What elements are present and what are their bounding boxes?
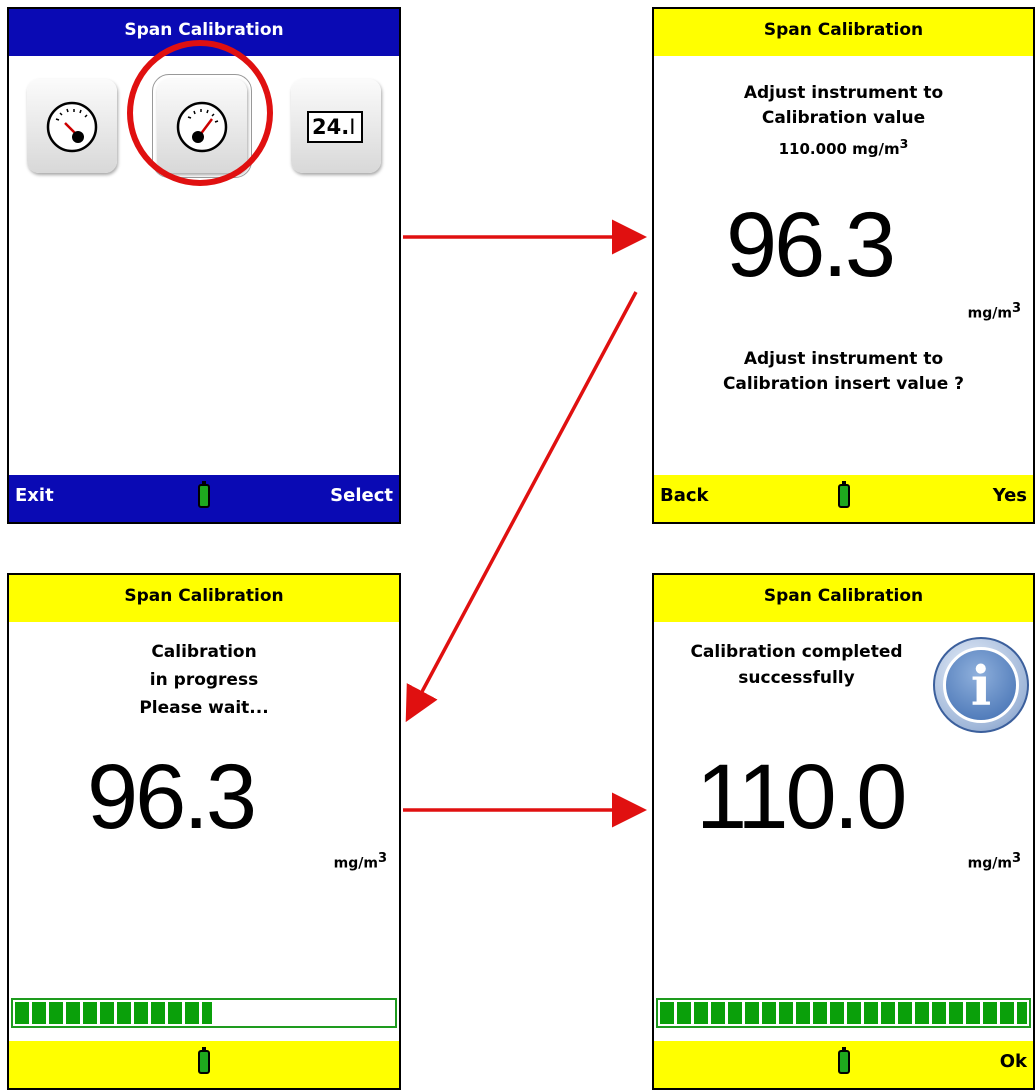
- flow-arrows: [403, 219, 647, 828]
- arrow-adjust-to-progress: [405, 291, 638, 723]
